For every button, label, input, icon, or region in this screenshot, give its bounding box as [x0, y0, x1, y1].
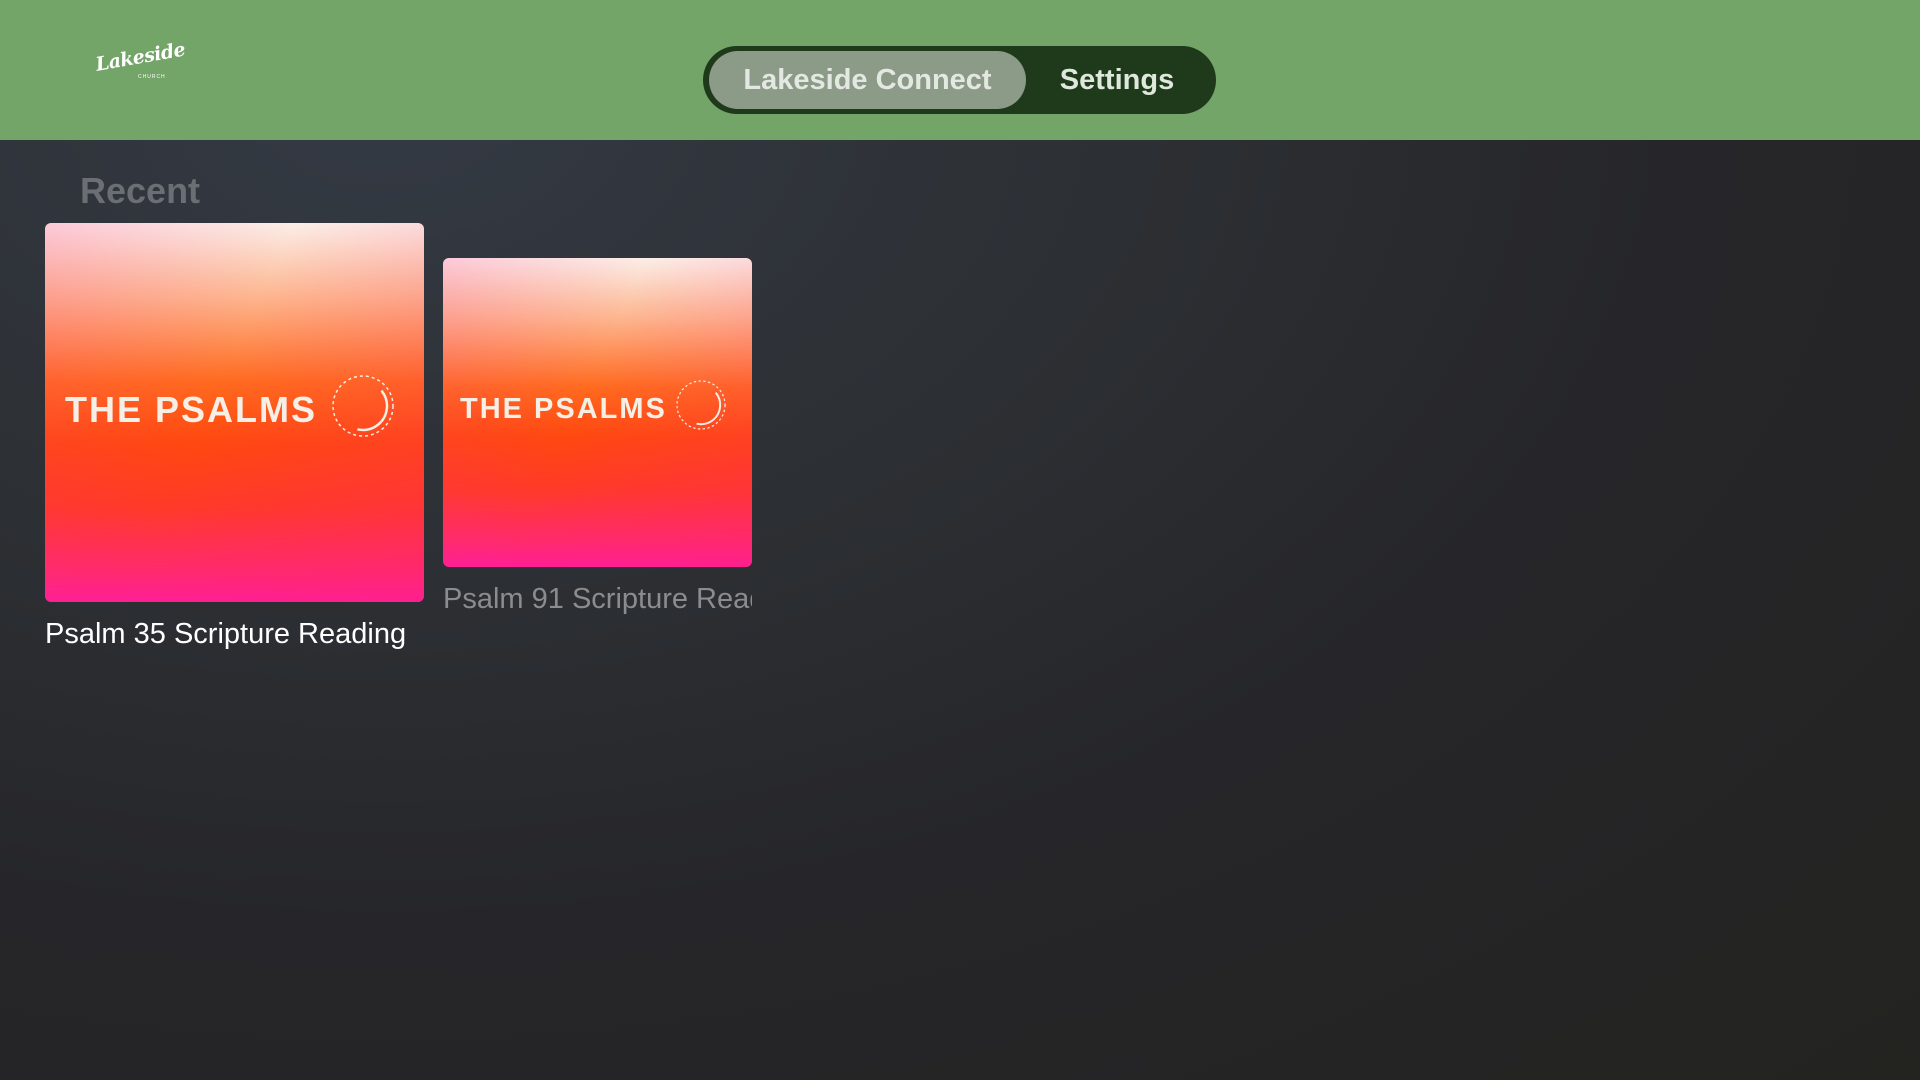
logo-subtitle: CHURCH: [138, 74, 166, 80]
tab-label: Settings: [1059, 63, 1175, 96]
recent-item-psalm-35[interactable]: THE PSALMS Psalm 35 Scripture Reading: [45, 223, 424, 650]
tab-label: Lakeside Connect: [743, 63, 992, 96]
logo-script: Lakeside: [94, 38, 187, 76]
section-title-recent: Recent: [80, 170, 201, 211]
artwork-thumbnail: THE PSALMS: [443, 258, 752, 567]
recent-item-psalm-91[interactable]: THE PSALMS Psalm 91 Scripture Reading: [443, 258, 752, 615]
circular-badge-icon: [676, 380, 726, 430]
item-title: Psalm 91 Scripture Reading: [443, 583, 752, 615]
top-navigation-bar: Lakeside CHURCH Lakeside Connect Setting…: [0, 0, 1920, 140]
circular-badge-icon: [332, 375, 394, 437]
item-title: Psalm 35 Scripture Reading: [45, 618, 407, 650]
tab-bar: Lakeside Connect Settings: [703, 46, 1216, 114]
church-logo: Lakeside CHURCH: [94, 39, 187, 86]
artwork-thumbnail: THE PSALMS: [45, 223, 424, 602]
tab-settings[interactable]: Settings: [1026, 51, 1208, 109]
tab-lakeside-connect[interactable]: Lakeside Connect: [709, 51, 1026, 109]
